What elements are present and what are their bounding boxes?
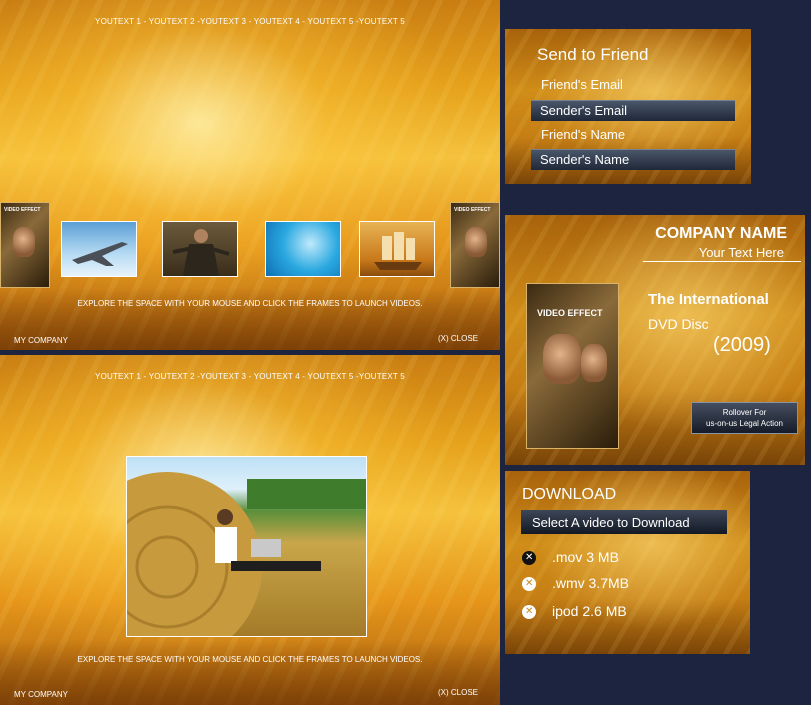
dvd-box-title: VIDEO EFFECT [537,308,603,318]
download-option-ipod[interactable]: ipod 2.6 MB [522,603,627,620]
close-button[interactable]: (X) CLOSE [438,688,478,697]
send-to-friend-title: Send to Friend [537,45,649,64]
instructions-text: EXPLORE THE SPACE WITH YOUR MOUSE AND CL… [77,655,423,664]
download-title: DOWNLOAD [522,486,617,503]
nav-links[interactable]: YOUTEXT 1 - YOUTEXT 2 -YOUTEXT 3 - YOUTE… [0,17,500,26]
video-frame[interactable] [126,456,367,637]
dvd-face [13,227,35,257]
dvd-face [543,334,581,384]
divider [643,261,801,262]
thumbnail-warrior[interactable] [162,221,238,277]
select-video-label: Select A video to Download [532,515,690,530]
man-with-laptop-scene [127,472,366,636]
friends-email-field[interactable]: Friend's Email [541,77,623,92]
dvd-face-secondary [581,344,607,382]
download-icon [522,551,536,566]
download-option-label: .mov 3 MB [552,549,619,565]
send-to-friend-panel: Send to Friend Friend's Email Sender's E… [505,29,751,184]
senders-name-field[interactable]: Sender's Name [531,149,735,170]
thumbnail-fighter-jet[interactable] [61,221,137,277]
download-icon [522,577,536,592]
senders-email-label: Sender's Email [540,103,628,118]
download-option-label: ipod 2.6 MB [552,603,627,619]
instructions-text: EXPLORE THE SPACE WITH YOUR MOUSE AND CL… [77,299,423,308]
download-option-mov[interactable]: .mov 3 MB [522,549,619,566]
company-tagline: Your Text Here [698,245,784,260]
dvd-cover-title: VIDEO EFFECT [4,207,41,213]
rollover-line-1: Rollover For [722,408,767,417]
select-video-dropdown[interactable]: Select A video to Download [521,510,727,534]
senders-name-label: Sender's Name [540,152,630,167]
download-panel: DOWNLOAD Select A video to Download .mov… [505,471,750,654]
dvd-cover-left[interactable]: VIDEO EFFECT [0,202,50,288]
footer-band [0,288,500,350]
tall-ship-icon [374,232,422,270]
senders-email-field[interactable]: Sender's Email [531,100,735,121]
video-player-panel: YOUTEXT 1 - YOUTEXT 2 -YOUTEXT 3 - YOUTE… [0,355,500,705]
warrior-icon [172,229,230,276]
download-option-label: .wmv 3.7MB [552,575,630,591]
dvd-cover-right[interactable]: VIDEO EFFECT [450,202,500,288]
download-option-wmv[interactable]: .wmv 3.7MB [522,575,630,592]
dvd-face [465,227,487,257]
video-gallery-panel: YOUTEXT 1 - YOUTEXT 2 -YOUTEXT 3 - YOUTE… [0,0,500,350]
dvd-box-art[interactable]: VIDEO EFFECT [526,283,619,449]
close-button[interactable]: (X) CLOSE [438,334,478,343]
thumbnail-blue-water[interactable] [265,221,341,277]
friends-name-field[interactable]: Friend's Name [541,127,625,142]
company-name: COMPANY NAME [655,225,787,242]
dvd-cover-title: VIDEO EFFECT [454,207,491,213]
dvd-headline: The International [648,291,769,308]
dvd-format: DVD Disc [648,316,709,332]
nav-links[interactable]: YOUTEXT 1 - YOUTEXT 2 -YOUTEXT 3 - YOUTE… [0,372,500,381]
rollover-line-2: us-on-us Legal Action [706,419,783,428]
dvd-info-panel: COMPANY NAME Your Text Here VIDEO EFFECT… [505,215,805,465]
footer-band [0,640,500,705]
download-icon [522,605,536,620]
thumbnail-tall-ship[interactable] [359,221,435,277]
dvd-year: (2009) [713,334,771,356]
fighter-jet-icon [72,242,128,266]
rollover-button[interactable]: Rollover For us-on-us Legal Action [691,402,798,434]
company-link[interactable]: MY COMPANY [14,690,68,699]
company-link[interactable]: MY COMPANY [14,336,68,345]
